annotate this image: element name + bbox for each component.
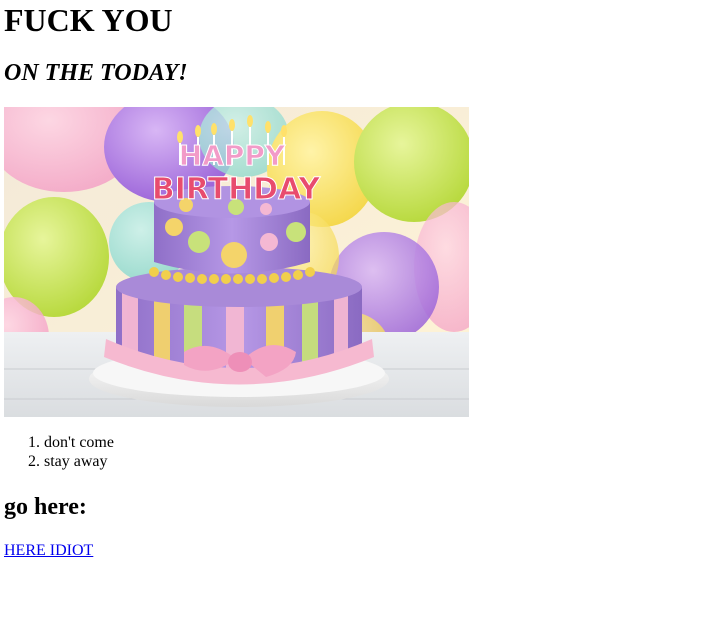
- birthday-cake-image: HAPPY BIRTHDAY: [4, 107, 469, 417]
- svg-text:HAPPY: HAPPY: [179, 139, 286, 172]
- page-title: FUCK YOU: [4, 2, 173, 38]
- instruction-list: don't come stay away: [4, 433, 700, 471]
- list-item: don't come: [44, 433, 700, 452]
- svg-text:BIRTHDAY: BIRTHDAY: [152, 172, 322, 207]
- link-container: HERE IDIOT: [4, 541, 700, 560]
- page: FUCK YOU ON THE TODAY! HAPPY BIRTHDAY 1.…: [0, 0, 704, 630]
- page-subtitle: ON THE TODAY!: [4, 60, 188, 86]
- list-item: stay away: [44, 452, 700, 471]
- section-heading: go here:: [4, 494, 87, 520]
- here-link[interactable]: HERE IDIOT: [4, 542, 93, 559]
- cake-illustration: HAPPY BIRTHDAY: [4, 107, 469, 417]
